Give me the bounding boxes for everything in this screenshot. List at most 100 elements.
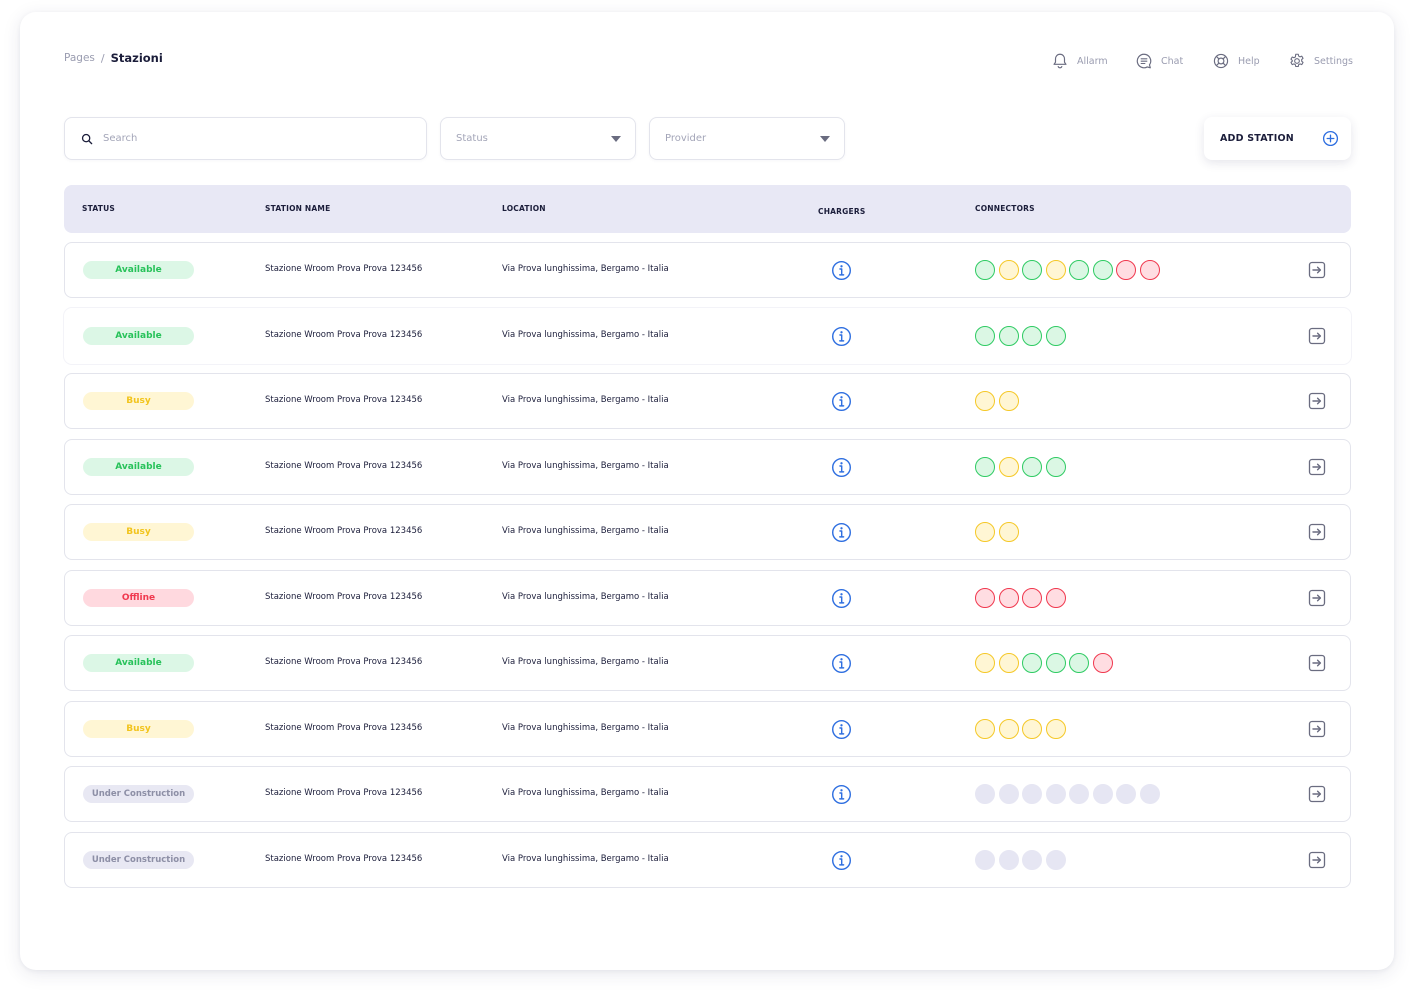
connectors-list — [975, 391, 1019, 411]
connector-dot — [975, 719, 995, 739]
gear-icon — [1290, 53, 1304, 68]
status-select[interactable]: Status — [440, 117, 636, 160]
search-field[interactable] — [64, 117, 427, 160]
open-station-icon[interactable] — [1308, 720, 1326, 738]
nav-settings[interactable]: Settings — [1288, 51, 1353, 71]
open-station-icon[interactable] — [1308, 785, 1326, 803]
open-station-icon[interactable] — [1308, 327, 1326, 345]
open-station-icon[interactable] — [1308, 458, 1326, 476]
open-station-icon[interactable] — [1308, 851, 1326, 869]
open-station-icon[interactable] — [1308, 589, 1326, 607]
info-icon[interactable] — [831, 653, 852, 674]
header-station-name: STATION NAME — [265, 204, 331, 213]
status-badge: Under Construction — [83, 785, 194, 803]
table-row[interactable]: Busy Stazione Wroom Prova Prova 123456 Via… — [64, 701, 1351, 757]
connector-dot — [975, 850, 995, 870]
station-location: Via Prova lunghissima, Bergamo - Italia — [502, 395, 669, 405]
status-badge: Offline — [83, 589, 194, 607]
connector-dot — [1139, 784, 1160, 804]
connector-dot — [975, 588, 995, 608]
provider-select[interactable]: Provider — [649, 117, 845, 160]
connector-dot — [1045, 784, 1066, 804]
table-header: STATUS STATION NAME LOCATION CHARGERS CO… — [64, 185, 1351, 233]
header-chargers: CHARGERS — [818, 207, 866, 216]
station-name: Stazione Wroom Prova Prova 123456 — [265, 788, 423, 798]
connector-dot — [1139, 260, 1160, 280]
status-badge: Available — [83, 458, 194, 476]
open-station-icon[interactable] — [1308, 654, 1326, 672]
table-row[interactable]: Available Stazione Wroom Prova Prova 1234… — [64, 439, 1351, 495]
table-row[interactable]: Available Stazione Wroom Prova Prova 1234… — [64, 635, 1351, 691]
info-icon[interactable] — [831, 719, 852, 740]
table-row[interactable]: Available Stazione Wroom Prova Prova 1234… — [64, 242, 1351, 298]
search-input[interactable] — [103, 133, 414, 144]
info-icon[interactable] — [831, 850, 852, 871]
chevron-down-icon — [611, 135, 621, 142]
connector-dot — [975, 457, 995, 477]
connector-dot — [1022, 326, 1042, 346]
station-name: Stazione Wroom Prova Prova 123456 — [265, 526, 423, 536]
status-badge: Busy — [83, 392, 194, 410]
connector-dot — [1022, 850, 1042, 870]
add-station-button[interactable]: ADD STATION — [1204, 117, 1351, 160]
connectors-list — [975, 653, 1113, 673]
connector-dot — [998, 719, 1019, 739]
connectors-list — [975, 457, 1066, 477]
nav-help-label: Help — [1238, 55, 1260, 67]
table-row[interactable]: Busy Stazione Wroom Prova Prova 123456 Via… — [64, 373, 1351, 429]
nav-settings-label: Settings — [1314, 55, 1353, 67]
info-icon[interactable] — [831, 457, 852, 478]
info-icon[interactable] — [831, 522, 852, 543]
info-icon[interactable] — [831, 588, 852, 609]
station-location: Via Prova lunghissima, Bergamo - Italia — [502, 854, 669, 864]
breadcrumb-separator: / — [100, 51, 105, 65]
station-location: Via Prova lunghissima, Bergamo - Italia — [502, 264, 669, 274]
open-station-icon[interactable] — [1308, 261, 1326, 279]
breadcrumb-root[interactable]: Pages — [64, 52, 95, 64]
connectors-list — [975, 784, 1160, 804]
status-select-placeholder: Status — [456, 133, 488, 144]
chat-icon — [1136, 53, 1152, 69]
info-icon[interactable] — [831, 391, 852, 412]
status-badge: Busy — [83, 523, 194, 541]
connector-dot — [1116, 260, 1136, 280]
plus-circle-icon — [1322, 130, 1339, 147]
status-badge: Available — [83, 261, 194, 279]
table-row[interactable]: Available Stazione Wroom Prova Prova 1234… — [64, 308, 1351, 364]
info-icon[interactable] — [831, 326, 852, 347]
header-connectors: CONNECTORS — [975, 204, 1035, 213]
connector-dot — [998, 326, 1019, 346]
station-location: Via Prova lunghissima, Bergamo - Italia — [502, 592, 669, 602]
open-station-icon[interactable] — [1308, 523, 1326, 541]
station-name: Stazione Wroom Prova Prova 123456 — [265, 657, 423, 667]
connector-dot — [1022, 260, 1042, 280]
connector-dot — [1092, 653, 1113, 673]
connector-dot — [1069, 784, 1089, 804]
nav-help[interactable]: Help — [1212, 51, 1260, 71]
header-location: LOCATION — [502, 204, 546, 213]
search-icon — [81, 133, 93, 144]
table-row[interactable]: Busy Stazione Wroom Prova Prova 123456 Via… — [64, 504, 1351, 560]
open-station-icon[interactable] — [1308, 392, 1326, 410]
info-icon[interactable] — [831, 260, 852, 281]
info-icon[interactable] — [831, 784, 852, 805]
connectors-list — [975, 326, 1066, 346]
table-row[interactable]: Under Construction Stazione Wroom Prova P… — [64, 832, 1351, 888]
station-name: Stazione Wroom Prova Prova 123456 — [265, 330, 423, 340]
lifebuoy-icon — [1213, 53, 1229, 69]
nav-alarm[interactable]: Allarm — [1051, 51, 1108, 71]
connector-dot — [975, 326, 995, 346]
connector-dot — [1022, 784, 1042, 804]
connectors-list — [975, 260, 1160, 280]
connector-dot — [998, 391, 1019, 411]
connector-dot — [998, 588, 1019, 608]
nav-chat[interactable]: Chat — [1135, 51, 1183, 71]
connector-dot — [1069, 260, 1089, 280]
connector-dot — [1045, 719, 1066, 739]
table-row[interactable]: Under Construction Stazione Wroom Prova P… — [64, 766, 1351, 822]
add-station-label: ADD STATION — [1220, 133, 1294, 144]
station-location: Via Prova lunghissima, Bergamo - Italia — [502, 526, 669, 536]
table-row[interactable]: Offline Stazione Wroom Prova Prova 123456… — [64, 570, 1351, 626]
nav-alarm-label: Allarm — [1077, 55, 1108, 67]
station-name: Stazione Wroom Prova Prova 123456 — [265, 723, 423, 733]
